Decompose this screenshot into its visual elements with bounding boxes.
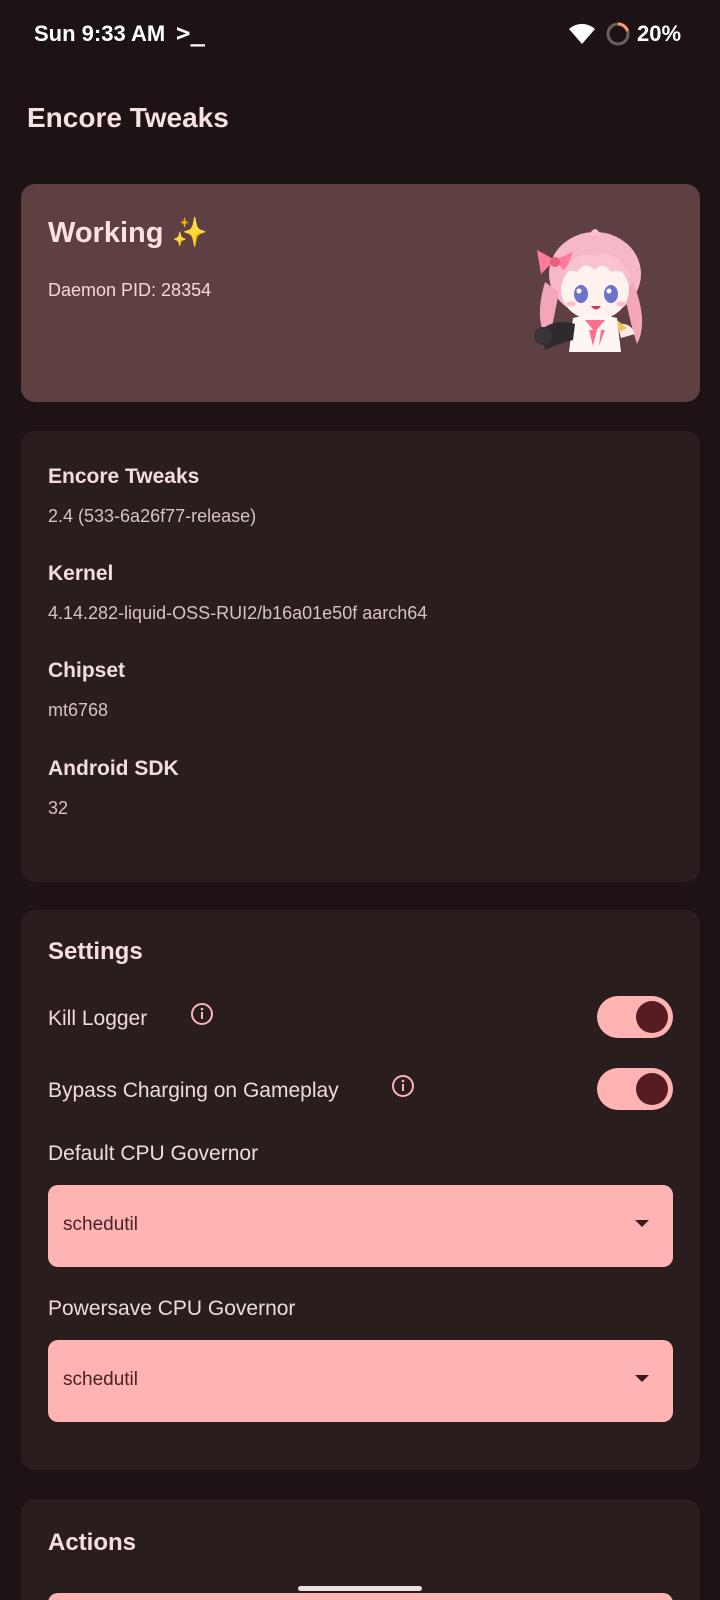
kill-logger-label: Kill Logger xyxy=(48,1007,148,1030)
powersave-cpu-governor-label: Powersave CPU Governor xyxy=(48,1297,296,1320)
status-title: Working ✨ xyxy=(48,217,208,249)
info-label: Android SDK xyxy=(48,757,179,780)
actions-title: Actions xyxy=(48,1529,137,1556)
wifi-icon xyxy=(569,23,595,44)
dropdown-value: schedutil xyxy=(63,1369,138,1390)
dropdown-value: schedutil xyxy=(63,1214,138,1235)
home-indicator[interactable] xyxy=(298,1586,422,1591)
default-cpu-governor-label: Default CPU Governor xyxy=(48,1142,259,1165)
info-value: mt6768 xyxy=(48,700,109,720)
info-label: Kernel xyxy=(48,562,114,585)
settings-title: Settings xyxy=(48,938,143,965)
daemon-pid: Daemon PID: 28354 xyxy=(48,280,212,300)
chevron-down-icon xyxy=(635,1375,649,1382)
info-row-chipset: Chipset mt6768 xyxy=(48,659,125,721)
info-label: Encore Tweaks xyxy=(48,465,200,488)
battery-percent: 20% xyxy=(637,21,682,46)
settings-card: Settings Kill Logger Bypass Charging on … xyxy=(21,910,700,1470)
bypass-charging-toggle[interactable] xyxy=(597,1068,673,1110)
action-button[interactable] xyxy=(48,1593,673,1600)
info-row-android-sdk: Android SDK 32 xyxy=(48,757,179,819)
info-value: 4.14.282-liquid-OSS-RUI2/b16a01e50f aarc… xyxy=(48,603,428,623)
status-card: Working ✨ Daemon PID: 28354 xyxy=(21,184,700,402)
chevron-down-icon xyxy=(635,1220,649,1227)
battery-icon xyxy=(606,22,630,46)
powersave-cpu-governor-dropdown[interactable]: schedutil xyxy=(48,1340,673,1422)
terminal-icon: >_ xyxy=(176,19,205,47)
bypass-charging-info-icon[interactable] xyxy=(391,1074,415,1098)
kill-logger-row: Kill Logger xyxy=(48,996,673,1040)
bypass-charging-row: Bypass Charging on Gameplay xyxy=(48,1068,673,1112)
toggle-thumb xyxy=(636,1073,668,1105)
info-row-kernel: Kernel 4.14.282-liquid-OSS-RUI2/b16a01e5… xyxy=(48,562,427,624)
info-label: Chipset xyxy=(48,659,126,682)
info-row-version: Encore Tweaks 2.4 (533-6a26f77-release) xyxy=(48,465,256,527)
kill-logger-toggle[interactable] xyxy=(597,996,673,1038)
status-bar: Sun 9:33 AM >_ 20% xyxy=(0,0,720,68)
status-time: Sun 9:33 AM xyxy=(34,21,166,46)
info-value: 2.4 (533-6a26f77-release) xyxy=(48,506,257,526)
mascot-image xyxy=(534,229,643,352)
page-title: Encore Tweaks xyxy=(27,102,229,133)
screen: Sun 9:33 AM >_ 20% Encore Tweaks Working… xyxy=(0,0,720,1600)
actions-card: Actions xyxy=(21,1499,700,1600)
kill-logger-info-icon[interactable] xyxy=(190,1002,214,1026)
info-card: Encore Tweaks 2.4 (533-6a26f77-release) … xyxy=(21,431,700,882)
default-cpu-governor-dropdown[interactable]: schedutil xyxy=(48,1185,673,1267)
toggle-thumb xyxy=(636,1001,668,1033)
info-value: 32 xyxy=(48,798,69,818)
bypass-charging-label: Bypass Charging on Gameplay xyxy=(48,1079,339,1102)
